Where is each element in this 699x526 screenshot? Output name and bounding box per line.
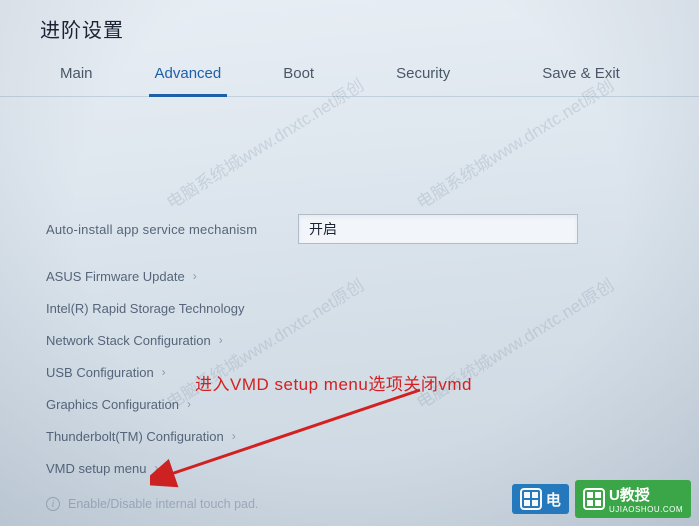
menu-label: Graphics Configuration xyxy=(46,397,179,412)
grid-icon xyxy=(520,488,542,510)
page-title: 进阶设置 xyxy=(0,0,699,45)
chevron-right-icon: › xyxy=(193,269,197,283)
tab-security[interactable]: Security xyxy=(396,53,450,96)
menu-label: Thunderbolt(TM) Configuration xyxy=(46,429,224,444)
menu-intel-rst[interactable]: Intel(R) Rapid Storage Technology xyxy=(46,292,659,324)
bios-tabs: Main Advanced Boot Security Save & Exit xyxy=(0,45,699,97)
logo-text: U教授 xyxy=(609,484,683,505)
logo-dnxtc: 电 xyxy=(512,484,569,514)
advanced-settings-content: Auto-install app service mechanism 开启 AS… xyxy=(0,97,699,484)
chevron-right-icon: › xyxy=(232,429,236,443)
hint-text: Enable/Disable internal touch pad. xyxy=(68,497,258,511)
chevron-right-icon: › xyxy=(219,333,223,347)
menu-label: ASUS Firmware Update xyxy=(46,269,185,284)
annotation-text: 进入VMD setup menu选项关闭vmd xyxy=(195,370,472,395)
chevron-right-icon: › xyxy=(154,461,158,475)
menu-asus-firmware-update[interactable]: ASUS Firmware Update › xyxy=(46,260,659,292)
logo-ujiaoshou: U教授 UJIAOSHOU.COM xyxy=(575,480,691,518)
logo-text: 电 xyxy=(546,489,561,510)
chevron-right-icon: › xyxy=(187,397,191,411)
menu-label: USB Configuration xyxy=(46,365,154,380)
auto-install-select[interactable]: 开启 xyxy=(298,214,578,244)
auto-install-row: Auto-install app service mechanism 开启 xyxy=(46,212,659,246)
menu-label: Network Stack Configuration xyxy=(46,333,211,348)
grid-icon xyxy=(583,488,605,510)
tab-save-exit[interactable]: Save & Exit xyxy=(542,53,620,96)
tab-main[interactable]: Main xyxy=(60,53,93,96)
info-icon: i xyxy=(46,497,60,511)
menu-network-stack[interactable]: Network Stack Configuration › xyxy=(46,324,659,356)
menu-thunderbolt-config[interactable]: Thunderbolt(TM) Configuration › xyxy=(46,420,659,452)
hint-bar: i Enable/Disable internal touch pad. xyxy=(46,497,258,511)
site-logos: 电 U教授 UJIAOSHOU.COM xyxy=(512,480,691,518)
setting-label: Auto-install app service mechanism xyxy=(46,222,298,237)
menu-label: VMD setup menu xyxy=(46,461,146,476)
tab-boot[interactable]: Boot xyxy=(283,53,314,96)
tab-advanced[interactable]: Advanced xyxy=(155,53,222,96)
chevron-right-icon: › xyxy=(162,365,166,379)
logo-subtext: UJIAOSHOU.COM xyxy=(609,505,683,514)
menu-label: Intel(R) Rapid Storage Technology xyxy=(46,301,245,316)
